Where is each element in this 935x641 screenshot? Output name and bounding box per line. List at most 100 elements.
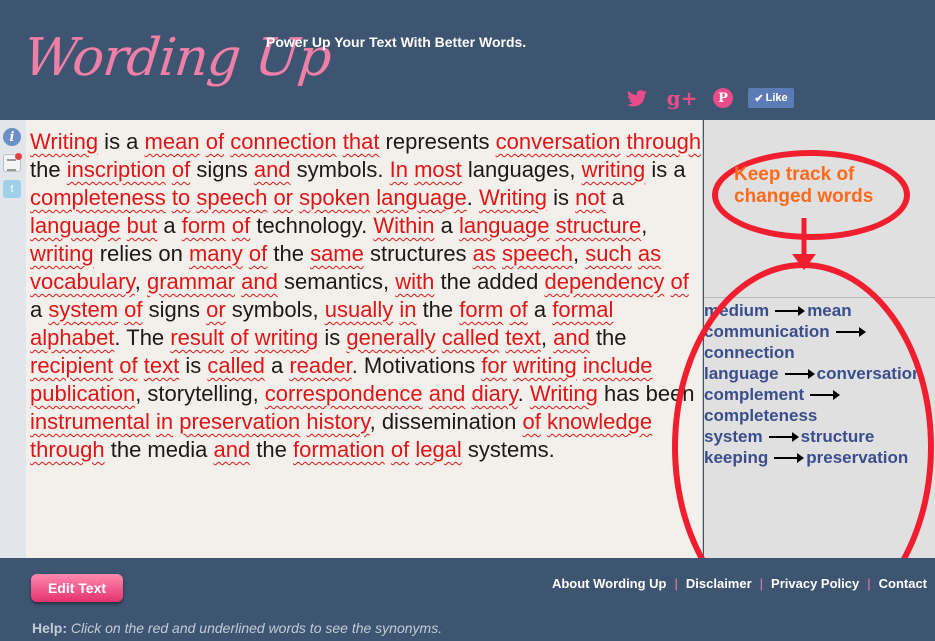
- synonym-word[interactable]: form: [459, 297, 503, 322]
- footer-link[interactable]: Contact: [879, 576, 927, 591]
- plain-text: is: [179, 353, 208, 378]
- synonym-word[interactable]: connection: [230, 129, 336, 154]
- footer-link[interactable]: Disclaimer: [686, 576, 752, 591]
- synonym-word[interactable]: and: [254, 157, 291, 182]
- synonym-word[interactable]: recipient: [30, 353, 113, 378]
- synonym-word[interactable]: writing: [582, 157, 646, 182]
- synonym-word[interactable]: with: [395, 269, 434, 294]
- synonym-word[interactable]: of: [249, 241, 267, 266]
- synonym-word[interactable]: conversation: [496, 129, 621, 154]
- synonym-word[interactable]: through: [626, 129, 701, 154]
- synonym-word[interactable]: of: [232, 213, 250, 238]
- synonym-word[interactable]: writing: [255, 325, 319, 350]
- synonym-word[interactable]: of: [670, 269, 688, 294]
- synonym-word[interactable]: of: [172, 157, 190, 182]
- synonym-word[interactable]: instrumental: [30, 409, 150, 434]
- synonym-word[interactable]: formal: [552, 297, 613, 322]
- synonym-word[interactable]: speech: [196, 185, 267, 210]
- plain-text: systems.: [461, 437, 555, 462]
- synonym-word[interactable]: mean: [145, 129, 200, 154]
- synonym-word[interactable]: writing: [513, 353, 577, 378]
- notes-icon[interactable]: [3, 153, 22, 172]
- synonym-word[interactable]: same: [310, 241, 364, 266]
- synonym-word[interactable]: language: [376, 185, 467, 210]
- synonym-word[interactable]: text: [505, 325, 540, 350]
- synonym-word[interactable]: legal: [415, 437, 461, 462]
- synonym-word[interactable]: reader: [289, 353, 351, 378]
- synonym-word[interactable]: generally: [346, 325, 435, 350]
- synonym-word[interactable]: through: [30, 437, 105, 462]
- synonym-word[interactable]: and: [213, 437, 250, 462]
- synonym-word[interactable]: that: [343, 129, 380, 154]
- synonym-word[interactable]: language: [459, 213, 550, 238]
- synonym-word[interactable]: as: [473, 241, 496, 266]
- synonym-word[interactable]: include: [583, 353, 653, 378]
- footer-link[interactable]: Privacy Policy: [771, 576, 859, 591]
- pinterest-icon[interactable]: P: [711, 86, 735, 110]
- synonym-word[interactable]: of: [206, 129, 224, 154]
- synonym-word[interactable]: form: [182, 213, 226, 238]
- synonym-word[interactable]: called: [442, 325, 499, 350]
- synonym-word[interactable]: Within: [373, 213, 434, 238]
- twitter-icon[interactable]: [624, 86, 650, 110]
- synonym-word[interactable]: for: [481, 353, 507, 378]
- synonym-word[interactable]: history: [306, 409, 369, 434]
- synonym-word[interactable]: grammar: [147, 269, 235, 294]
- synonym-word[interactable]: or: [273, 185, 293, 210]
- edit-text-button[interactable]: Edit Text: [31, 574, 123, 602]
- plain-text: technology.: [250, 213, 374, 238]
- synonym-word[interactable]: completeness: [30, 185, 166, 210]
- info-icon[interactable]: i: [3, 128, 21, 146]
- synonym-word[interactable]: of: [391, 437, 409, 462]
- synonym-word[interactable]: language: [30, 213, 121, 238]
- synonym-word[interactable]: and: [241, 269, 278, 294]
- plain-text: symbols.: [290, 157, 390, 182]
- synonym-word[interactable]: formation: [293, 437, 385, 462]
- synonym-word[interactable]: but: [127, 213, 158, 238]
- synonym-word[interactable]: preservation: [179, 409, 300, 434]
- synonym-word[interactable]: and: [429, 381, 466, 406]
- facebook-like-button[interactable]: ✔ Like: [748, 88, 794, 108]
- google-plus-icon[interactable]: g+: [667, 86, 698, 110]
- synonym-word[interactable]: diary: [472, 381, 518, 406]
- synonym-word[interactable]: In: [390, 157, 408, 182]
- plain-text: is: [318, 325, 347, 350]
- synonym-word[interactable]: speech: [502, 241, 573, 266]
- synonym-word[interactable]: publication: [30, 381, 135, 406]
- synonym-word[interactable]: dependency: [544, 269, 664, 294]
- plain-text: , dissemination: [369, 409, 523, 434]
- synonym-word[interactable]: not: [575, 185, 606, 210]
- synonym-word[interactable]: Writing: [30, 129, 98, 154]
- synonym-word[interactable]: usually: [325, 297, 393, 322]
- synonym-word[interactable]: in: [156, 409, 173, 434]
- synonym-word[interactable]: alphabet: [30, 325, 114, 350]
- synonym-word[interactable]: in: [399, 297, 416, 322]
- synonym-word[interactable]: vocabulary: [30, 269, 135, 294]
- synonym-word[interactable]: Writing: [479, 185, 547, 210]
- synonym-word[interactable]: writing: [30, 241, 94, 266]
- synonym-word[interactable]: and: [553, 325, 590, 350]
- synonym-word[interactable]: structure: [556, 213, 642, 238]
- synonym-word[interactable]: of: [124, 297, 142, 322]
- synonym-word[interactable]: text: [144, 353, 179, 378]
- synonym-word[interactable]: result: [170, 325, 224, 350]
- synonym-word[interactable]: inscription: [67, 157, 166, 182]
- synonym-word[interactable]: many: [189, 241, 243, 266]
- synonym-word[interactable]: of: [522, 409, 540, 434]
- synonym-word[interactable]: system: [48, 297, 118, 322]
- synonym-word[interactable]: knowledge: [547, 409, 652, 434]
- synonym-word[interactable]: or: [206, 297, 226, 322]
- synonym-word[interactable]: of: [509, 297, 527, 322]
- synonym-word[interactable]: to: [172, 185, 190, 210]
- synonym-word[interactable]: as: [638, 241, 661, 266]
- synonym-word[interactable]: of: [119, 353, 137, 378]
- synonym-word[interactable]: called: [207, 353, 264, 378]
- synonym-word[interactable]: spoken: [299, 185, 370, 210]
- synonym-word[interactable]: most: [414, 157, 462, 182]
- synonym-word[interactable]: such: [585, 241, 631, 266]
- synonym-word[interactable]: correspondence: [265, 381, 423, 406]
- twitter-share-icon[interactable]: t: [3, 180, 21, 198]
- synonym-word[interactable]: Writing: [530, 381, 598, 406]
- synonym-word[interactable]: of: [230, 325, 248, 350]
- footer-link[interactable]: About Wording Up: [552, 576, 667, 591]
